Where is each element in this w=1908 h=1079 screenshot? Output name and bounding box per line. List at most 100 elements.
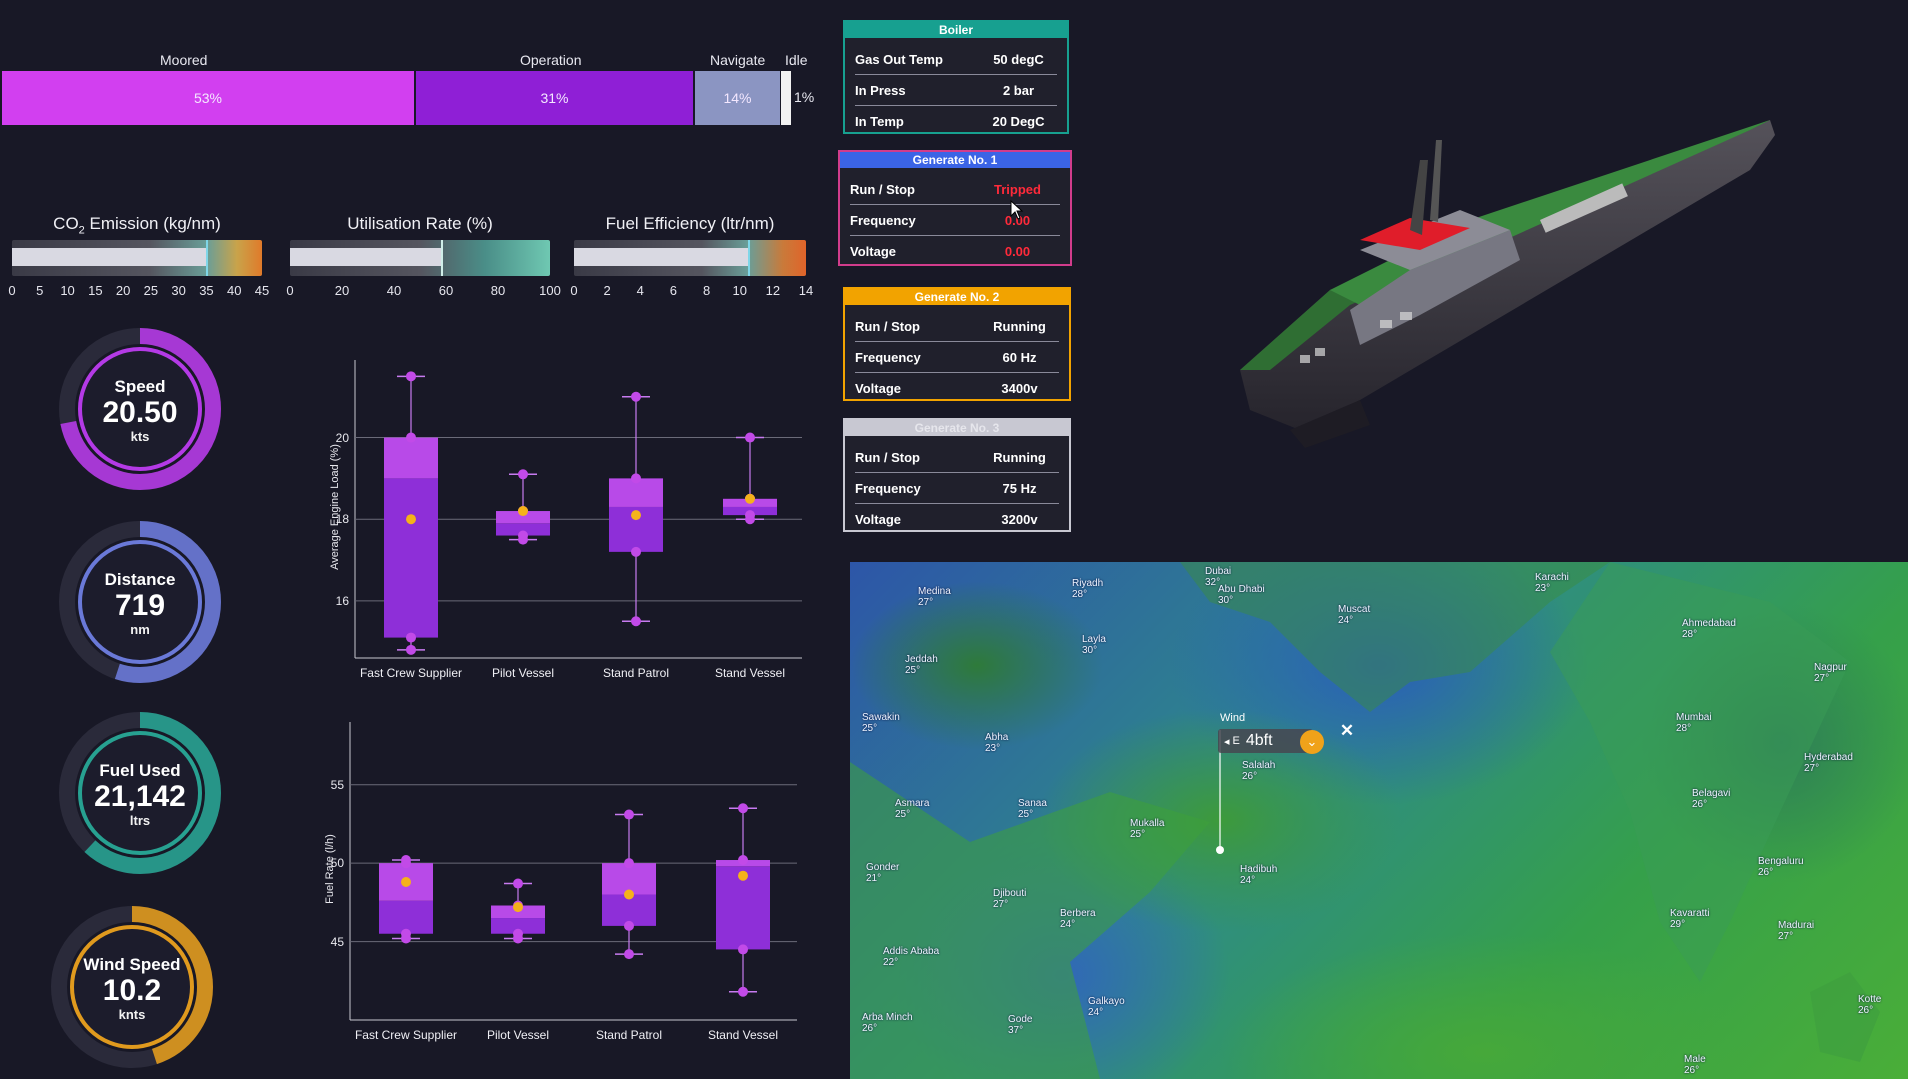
city-label: Gonder 21° [866,862,899,884]
outlier-point [406,644,416,655]
row-label: In Press [855,82,906,98]
row-value: Running [993,449,1046,465]
mouse-cursor-icon [1010,200,1024,220]
outlier-point [624,858,634,869]
box-lower[interactable] [384,478,438,638]
wind-readout[interactable]: ◂ E 4bft [1218,729,1313,753]
category-label: Fast Crew Supplier [359,666,463,680]
outlier-point [406,371,416,382]
city-name: Ahmedabad [1682,618,1736,629]
mean-point [401,876,411,887]
city-temp: 37° [1008,1025,1024,1036]
city-name: Layla [1082,634,1106,645]
panel-boiler-row: In Temp 20 DegC [855,106,1057,136]
city-name: Abu Dhabi [1218,584,1265,595]
city-name: Abha [985,732,1009,743]
outlier-point [624,920,634,931]
city-label: Karachi 23° [1535,572,1569,594]
outlier-point [401,858,411,869]
outlier-point [745,432,755,443]
wind-label: Wind [1220,712,1246,724]
panel-gen1-row: Run / Stop Tripped [850,174,1060,205]
city-temp: 25° [895,809,911,820]
panel-gen2[interactable]: Generate No. 2 Run / Stop Running Frequency… [843,287,1071,401]
city-name: Djibouti [993,888,1027,899]
city-name: Gonder [866,862,900,873]
row-label: Gas Out Temp [855,51,943,67]
mean-point [624,889,634,900]
city-temp: 21° [866,873,882,884]
row-label: Run / Stop [855,318,920,334]
city-temp: 26° [1242,771,1258,782]
box-upper[interactable] [384,437,438,479]
city-temp: 30° [1218,595,1234,606]
outlier-point [518,469,528,480]
panel-gen3[interactable]: Generate No. 3 Run / Stop Running Frequency… [843,418,1071,532]
row-value: 50 degC [993,51,1044,67]
city-name: Arba Minch [862,1012,913,1023]
city-temp: 25° [1130,829,1146,840]
city-temp: 26° [1684,1065,1700,1076]
city-temp: 27° [918,597,934,608]
city-temp: 25° [1018,809,1034,820]
panel-boiler[interactable]: Boiler Gas Out Temp 50 degC In Press 2 bar In… [843,20,1069,134]
mean-point [738,870,748,881]
city-temp: 27° [1778,931,1794,942]
panel-gen3-row: Run / Stop Running [855,442,1059,473]
row-label: Voltage [850,243,896,259]
wind-value: 4bft [1245,732,1273,749]
city-label: Abu Dhabi 30° [1218,584,1265,606]
outlier-point [518,530,528,541]
city-label: Mumbai 28° [1676,712,1712,734]
city-temp: 28° [1072,589,1088,600]
outlier-point [738,986,748,997]
outlier-point [631,473,641,484]
panel-gen1[interactable]: Generate No. 1 Run / Stop Tripped Frequency… [838,150,1072,266]
panel-gen1-title: Generate No. 1 [840,152,1070,168]
ylabel-1: Fuel Rate (l/h) [324,834,336,904]
city-name: Sanaa [1018,798,1047,809]
city-name: Galkayo [1088,996,1125,1007]
city-label: Hadibuh 24° [1240,864,1277,886]
city-name: Bengaluru [1758,856,1804,867]
mean-point [631,510,641,521]
city-label: Madurai 27° [1778,920,1814,942]
outlier-point [738,944,748,955]
panel-gen2-title: Generate No. 2 [845,289,1069,305]
weather-map[interactable]: Medina 27° Riyadh 28° Dubai 32° Abu Dhabi 30° Mu… [850,562,1908,1079]
outlier-point [631,546,641,557]
chevron-down-icon[interactable]: ⌄ [1300,730,1324,754]
city-temp: 24° [1060,919,1076,930]
city-temp: 23° [1535,583,1551,594]
city-label: Hyderabad 27° [1804,752,1853,774]
city-name: Muscat [1338,604,1371,615]
city-name: Berbera [1060,908,1096,919]
city-label: Djibouti 27° [993,888,1026,910]
outlier-point [513,928,523,939]
ylabel-0: Average Engine Load (%) [329,444,341,570]
city-label: Riyadh 28° [1072,578,1103,600]
outlier-point [631,616,641,627]
map-landmass [850,562,1880,1079]
city-temp: 27° [1804,763,1820,774]
outlier-point [738,855,748,866]
city-name: Kotte [1858,994,1882,1005]
city-label: Belagavi 26° [1692,788,1730,810]
city-temp: 30° [1082,645,1098,656]
city-label: Abha 23° [985,732,1008,754]
category-label: Stand Patrol [595,1028,663,1042]
row-label: Run / Stop [850,181,915,197]
city-name: Karachi [1535,572,1569,583]
panel-gen1-row: Voltage 0.00 [850,236,1060,266]
city-name: Dubai [1205,566,1232,577]
city-temp: 22° [883,957,899,968]
close-icon[interactable]: ✕ [1338,722,1356,740]
ytick-1-55: 55 [330,777,344,792]
ship-3d-model[interactable] [1210,100,1790,460]
row-label: Frequency [855,480,921,496]
row-value: 3200v [1001,511,1038,527]
city-name: Sawakin [862,712,900,723]
city-name: Mumbai [1676,712,1712,723]
city-name: Addis Ababa [883,946,940,957]
outlier-point [624,949,634,960]
